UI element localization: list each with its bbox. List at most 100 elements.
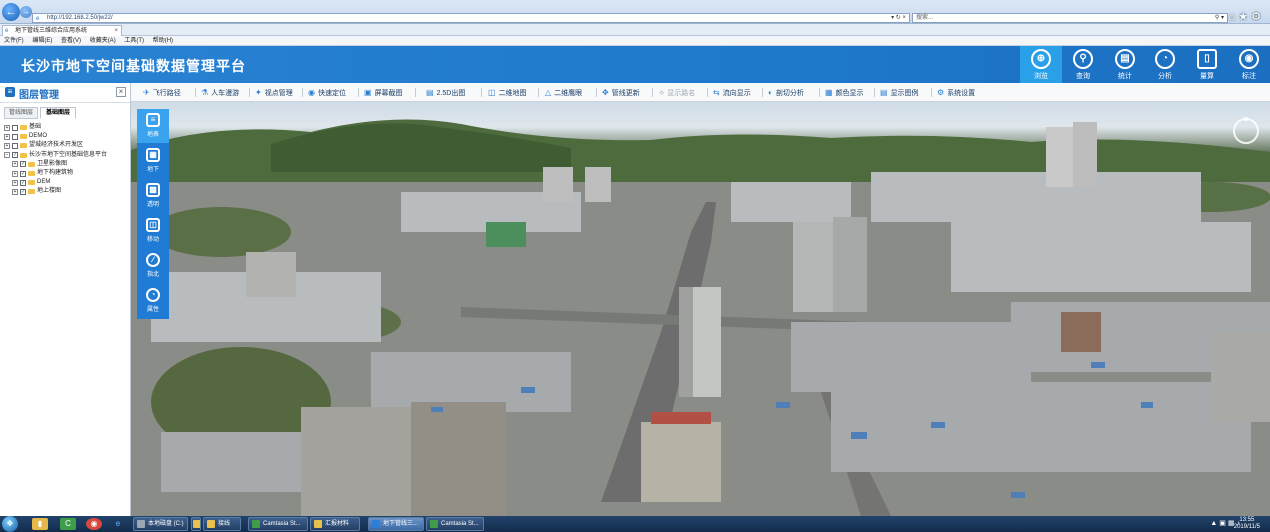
checkbox-checked[interactable]: ✓ bbox=[20, 170, 26, 177]
tree-item[interactable]: + ✓ DEM bbox=[4, 178, 107, 187]
address-tools-icon[interactable]: ▾ ↻ × bbox=[891, 14, 906, 23]
tab-base-layers[interactable]: 基础图层 bbox=[40, 107, 76, 119]
collapse-icon[interactable]: − bbox=[4, 152, 10, 159]
checkbox-checked[interactable]: ✓ bbox=[12, 152, 18, 159]
tree-item[interactable]: + 望城经济技术开发区 bbox=[4, 141, 107, 150]
tool-north[interactable]: ∕ 指北 bbox=[137, 249, 169, 283]
tool-locate[interactable]: ◉ 快速定位 bbox=[308, 88, 346, 98]
tab-close-icon[interactable]: × bbox=[114, 26, 118, 36]
tool-export[interactable]: ▤ 2.5D出图 bbox=[426, 88, 465, 98]
ie-quick-icon[interactable]: e bbox=[110, 518, 126, 530]
tool-settings-label: 系统设置 bbox=[947, 90, 976, 97]
nav-annotate[interactable]: ◉ 标注 bbox=[1228, 46, 1270, 83]
task-folder-wiring[interactable]: 接线 bbox=[203, 517, 241, 531]
address-bar[interactable]: e http://192.168.2.50/jw22/ ▾ ↻ × bbox=[32, 13, 910, 23]
folder-icon bbox=[28, 189, 35, 195]
tree-item[interactable]: + ✓ 地上楼图 bbox=[4, 187, 107, 196]
expand-icon[interactable]: + bbox=[12, 170, 18, 177]
checkbox-checked[interactable]: ✓ bbox=[20, 179, 26, 186]
app-header: 长沙市地下空间基础数据管理平台 ⊕ 浏览 ⚲ 查询 ▤ 统计 ◔ 分析 ▯ 量算… bbox=[0, 46, 1270, 83]
menu-edit[interactable]: 编辑(E) bbox=[32, 36, 52, 46]
menu-favorites[interactable]: 收藏夹(A) bbox=[90, 36, 116, 46]
explorer-quick-icon[interactable]: ▮ bbox=[32, 518, 48, 530]
tool-color[interactable]: ▦ 颜色显示 bbox=[825, 88, 864, 98]
clock-date: 2019/11/5 bbox=[1233, 524, 1260, 530]
chrome-quick-icon[interactable]: ◉ bbox=[86, 518, 102, 530]
task-folder[interactable] bbox=[191, 517, 201, 531]
expand-icon[interactable]: + bbox=[12, 179, 18, 186]
task-camtasia[interactable]: Camtasia St... bbox=[248, 517, 308, 531]
tool-road-name[interactable]: ⟡ 显示路名 bbox=[659, 88, 695, 98]
tool-roam[interactable]: ⚗ 人车漫游 bbox=[201, 88, 239, 98]
menu-file[interactable]: 文件(F) bbox=[4, 36, 24, 46]
tool-underground[interactable]: ▦ 地下 bbox=[137, 144, 169, 178]
tool-viewpoint[interactable]: ✦ 视点管理 bbox=[255, 88, 293, 98]
menu-help[interactable]: 帮助(H) bbox=[153, 36, 173, 46]
clock[interactable]: 13:55 2019/11/5 bbox=[1234, 517, 1260, 531]
nav-query[interactable]: ⚲ 查询 bbox=[1062, 46, 1104, 83]
checkbox-checked[interactable]: ✓ bbox=[20, 188, 26, 195]
tool-flight-path[interactable]: ✈ 飞行路径 bbox=[143, 88, 181, 98]
plaza bbox=[641, 422, 721, 502]
tree-item[interactable]: + ✓ 地下构建筑物 bbox=[4, 169, 107, 178]
tool-move[interactable]: ◫ 移动 bbox=[137, 214, 169, 248]
forward-button-icon[interactable]: → bbox=[20, 6, 32, 18]
back-button-icon[interactable]: ← bbox=[2, 3, 20, 21]
tree-item[interactable]: − ✓ 长沙市地下空间基础信息平台 bbox=[4, 151, 107, 160]
tool-screenshot[interactable]: ▣ 屏幕截图 bbox=[364, 88, 403, 98]
task-local-disk[interactable]: 本地磁盘 (C:) bbox=[133, 517, 188, 531]
toolbar-divider bbox=[358, 88, 359, 97]
expand-icon[interactable]: + bbox=[12, 188, 18, 195]
tab-pipeline-layers[interactable]: 管线图层 bbox=[4, 107, 38, 119]
checkbox-checked[interactable]: ✓ bbox=[20, 161, 26, 168]
tool-attribute[interactable]: ◔ 属性 bbox=[137, 284, 169, 318]
nav-statistics[interactable]: ▤ 统计 bbox=[1104, 46, 1146, 83]
section-icon: ◐ bbox=[768, 88, 773, 97]
search-placeholder: 搜索... bbox=[916, 15, 934, 21]
menu-view[interactable]: 查看(V) bbox=[61, 36, 81, 46]
checkbox[interactable] bbox=[12, 142, 18, 149]
task-camtasia-2[interactable]: Camtasia St... bbox=[426, 517, 484, 531]
annotate-icon: ◉ bbox=[1239, 49, 1259, 69]
tool-settings[interactable]: ⚙ 系统设置 bbox=[937, 88, 975, 98]
tool-underground-label: 地下 bbox=[146, 167, 159, 173]
expand-icon[interactable]: + bbox=[4, 142, 10, 149]
3d-city-viewport[interactable] bbox=[131, 102, 1270, 516]
nav-analysis[interactable]: ◔ 分析 bbox=[1144, 46, 1186, 83]
search-icon[interactable]: ⚲ ▾ bbox=[1215, 14, 1224, 23]
nav-browse[interactable]: ⊕ 浏览 bbox=[1020, 46, 1062, 83]
checkbox[interactable] bbox=[12, 133, 18, 140]
expand-icon[interactable]: + bbox=[12, 161, 18, 168]
home-favorites-tools-icon[interactable]: ⌂★⚙ bbox=[1229, 10, 1264, 23]
expand-icon[interactable]: + bbox=[4, 124, 10, 131]
compass-icon[interactable] bbox=[1233, 117, 1259, 144]
search-input[interactable]: 搜索... ⚲ ▾ bbox=[912, 13, 1228, 23]
folder-icon bbox=[28, 171, 35, 177]
viewpoint-icon: ✦ bbox=[255, 88, 262, 97]
panel-close-icon[interactable]: × bbox=[116, 87, 126, 97]
tree-item[interactable]: + ✓ 卫星影像图 bbox=[4, 160, 107, 169]
browser-tab[interactable]: e 地下管线三维综合应用系统 × bbox=[2, 25, 122, 36]
tool-eagle-eye[interactable]: △ 二维鹰眼 bbox=[545, 88, 582, 98]
tool-flow-direction[interactable]: ⇆ 流向显示 bbox=[713, 88, 751, 98]
task-report-folder[interactable]: 汇报材料 bbox=[310, 517, 360, 531]
tree-item[interactable]: + 基础 bbox=[4, 123, 107, 132]
tool-pipeline-update[interactable]: ✥ 管线更新 bbox=[602, 88, 640, 98]
folder-icon bbox=[28, 180, 35, 186]
tool-transparent[interactable]: ▩ 透明 bbox=[137, 179, 169, 213]
tool-section[interactable]: ◐ 剖切分析 bbox=[768, 88, 804, 98]
checkbox[interactable] bbox=[12, 124, 18, 131]
tool-surface[interactable]: ≡ 地表 bbox=[137, 109, 169, 143]
menu-tools[interactable]: 工具(T) bbox=[124, 36, 144, 46]
tree-item[interactable]: + DEMO bbox=[4, 132, 107, 141]
camtasia-quick-icon[interactable]: C bbox=[60, 518, 76, 530]
app-title: 长沙市地下空间基础数据管理平台 bbox=[21, 58, 246, 74]
tool-legend[interactable]: ▤ 显示图例 bbox=[880, 88, 919, 98]
task-ie-app[interactable]: 地下管线三... bbox=[368, 517, 424, 531]
tool-map-2d[interactable]: ◫ 二维地图 bbox=[488, 88, 527, 98]
start-button-icon[interactable]: ❖ bbox=[2, 516, 18, 532]
toolbar-divider bbox=[707, 88, 708, 97]
surface-icon: ≡ bbox=[146, 113, 160, 127]
expand-icon[interactable]: + bbox=[4, 133, 10, 140]
nav-measure[interactable]: ▯ 量算 bbox=[1186, 46, 1228, 83]
